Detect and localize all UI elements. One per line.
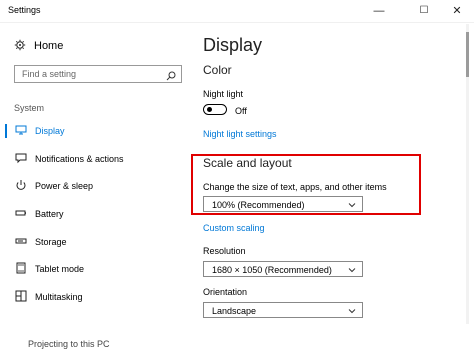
custom-scaling-link[interactable]: Custom scaling xyxy=(203,223,265,233)
toggle-knob xyxy=(207,107,212,112)
resolution-label: Resolution xyxy=(203,246,246,256)
color-heading: Color xyxy=(203,63,232,77)
page-title: Display xyxy=(203,35,263,55)
multitask-icon xyxy=(15,289,27,302)
sidebar-item-multitasking[interactable]: Multitasking xyxy=(0,287,195,307)
message-icon xyxy=(15,151,27,164)
resolution-dropdown[interactable]: 1680 × 1050 (Recommended) xyxy=(203,261,363,277)
search-input[interactable]: Find a setting xyxy=(14,65,182,83)
night-light-settings-link[interactable]: Night light settings xyxy=(203,129,277,139)
sidebar-item-storage[interactable]: Storage xyxy=(0,232,195,252)
minimize-button[interactable]: — xyxy=(366,1,392,21)
sidebar-item-display[interactable]: Display xyxy=(0,121,195,141)
night-light-state: Off xyxy=(235,106,247,116)
storage-icon xyxy=(15,234,27,246)
home-label: Home xyxy=(34,40,64,52)
sidebar-item-label: Multitasking xyxy=(35,292,83,302)
sidebar-item-power[interactable]: Power & sleep xyxy=(0,176,195,196)
sidebar-item-label: Battery xyxy=(35,209,64,219)
tablet-icon xyxy=(15,261,27,274)
sidebar-item-battery[interactable]: Battery xyxy=(0,204,195,224)
night-light-label: Night light xyxy=(203,89,244,99)
gear-icon xyxy=(14,39,26,51)
power-icon xyxy=(15,178,27,190)
section-label: System xyxy=(14,103,45,113)
search-icon[interactable] xyxy=(166,68,176,81)
sidebar-item-label: Storage xyxy=(35,237,67,247)
night-light-toggle[interactable] xyxy=(203,104,227,115)
sidebar: Home Find a setting System Display Notif… xyxy=(0,23,195,349)
sidebar-item-label: Display xyxy=(35,126,65,136)
orientation-dropdown[interactable]: Landscape xyxy=(203,302,363,318)
home-nav-item[interactable]: Home xyxy=(14,39,63,52)
search-placeholder: Find a setting xyxy=(22,69,77,79)
sidebar-item-label: Tablet mode xyxy=(35,264,85,274)
resolution-selected-value: 1680 × 1050 (Recommended) xyxy=(212,265,332,275)
orientation-selected-value: Landscape xyxy=(212,306,257,316)
highlight-annotation xyxy=(191,154,421,215)
chevron-down-icon xyxy=(348,266,356,274)
settings-window: Settings — ☐ ✕ Home Find a setting Syste… xyxy=(0,0,474,349)
monitor-icon xyxy=(15,123,27,135)
orientation-label: Orientation xyxy=(203,287,248,297)
close-button[interactable]: ✕ xyxy=(444,1,470,21)
sidebar-item-notifications[interactable]: Notifications & actions xyxy=(0,149,195,169)
chevron-down-icon xyxy=(348,307,356,315)
title-bar: Settings — ☐ ✕ xyxy=(0,0,474,23)
cut-off-sidebar-item: Projecting to this PC xyxy=(28,339,110,349)
sidebar-item-label: Notifications & actions xyxy=(35,154,124,164)
maximize-button[interactable]: ☐ xyxy=(411,1,437,21)
sidebar-item-label: Power & sleep xyxy=(35,181,94,191)
window-title: Settings xyxy=(8,5,41,15)
battery-icon xyxy=(15,206,27,218)
sidebar-item-tablet-mode[interactable]: Tablet mode xyxy=(0,259,195,279)
scrollbar-thumb[interactable] xyxy=(466,32,469,77)
